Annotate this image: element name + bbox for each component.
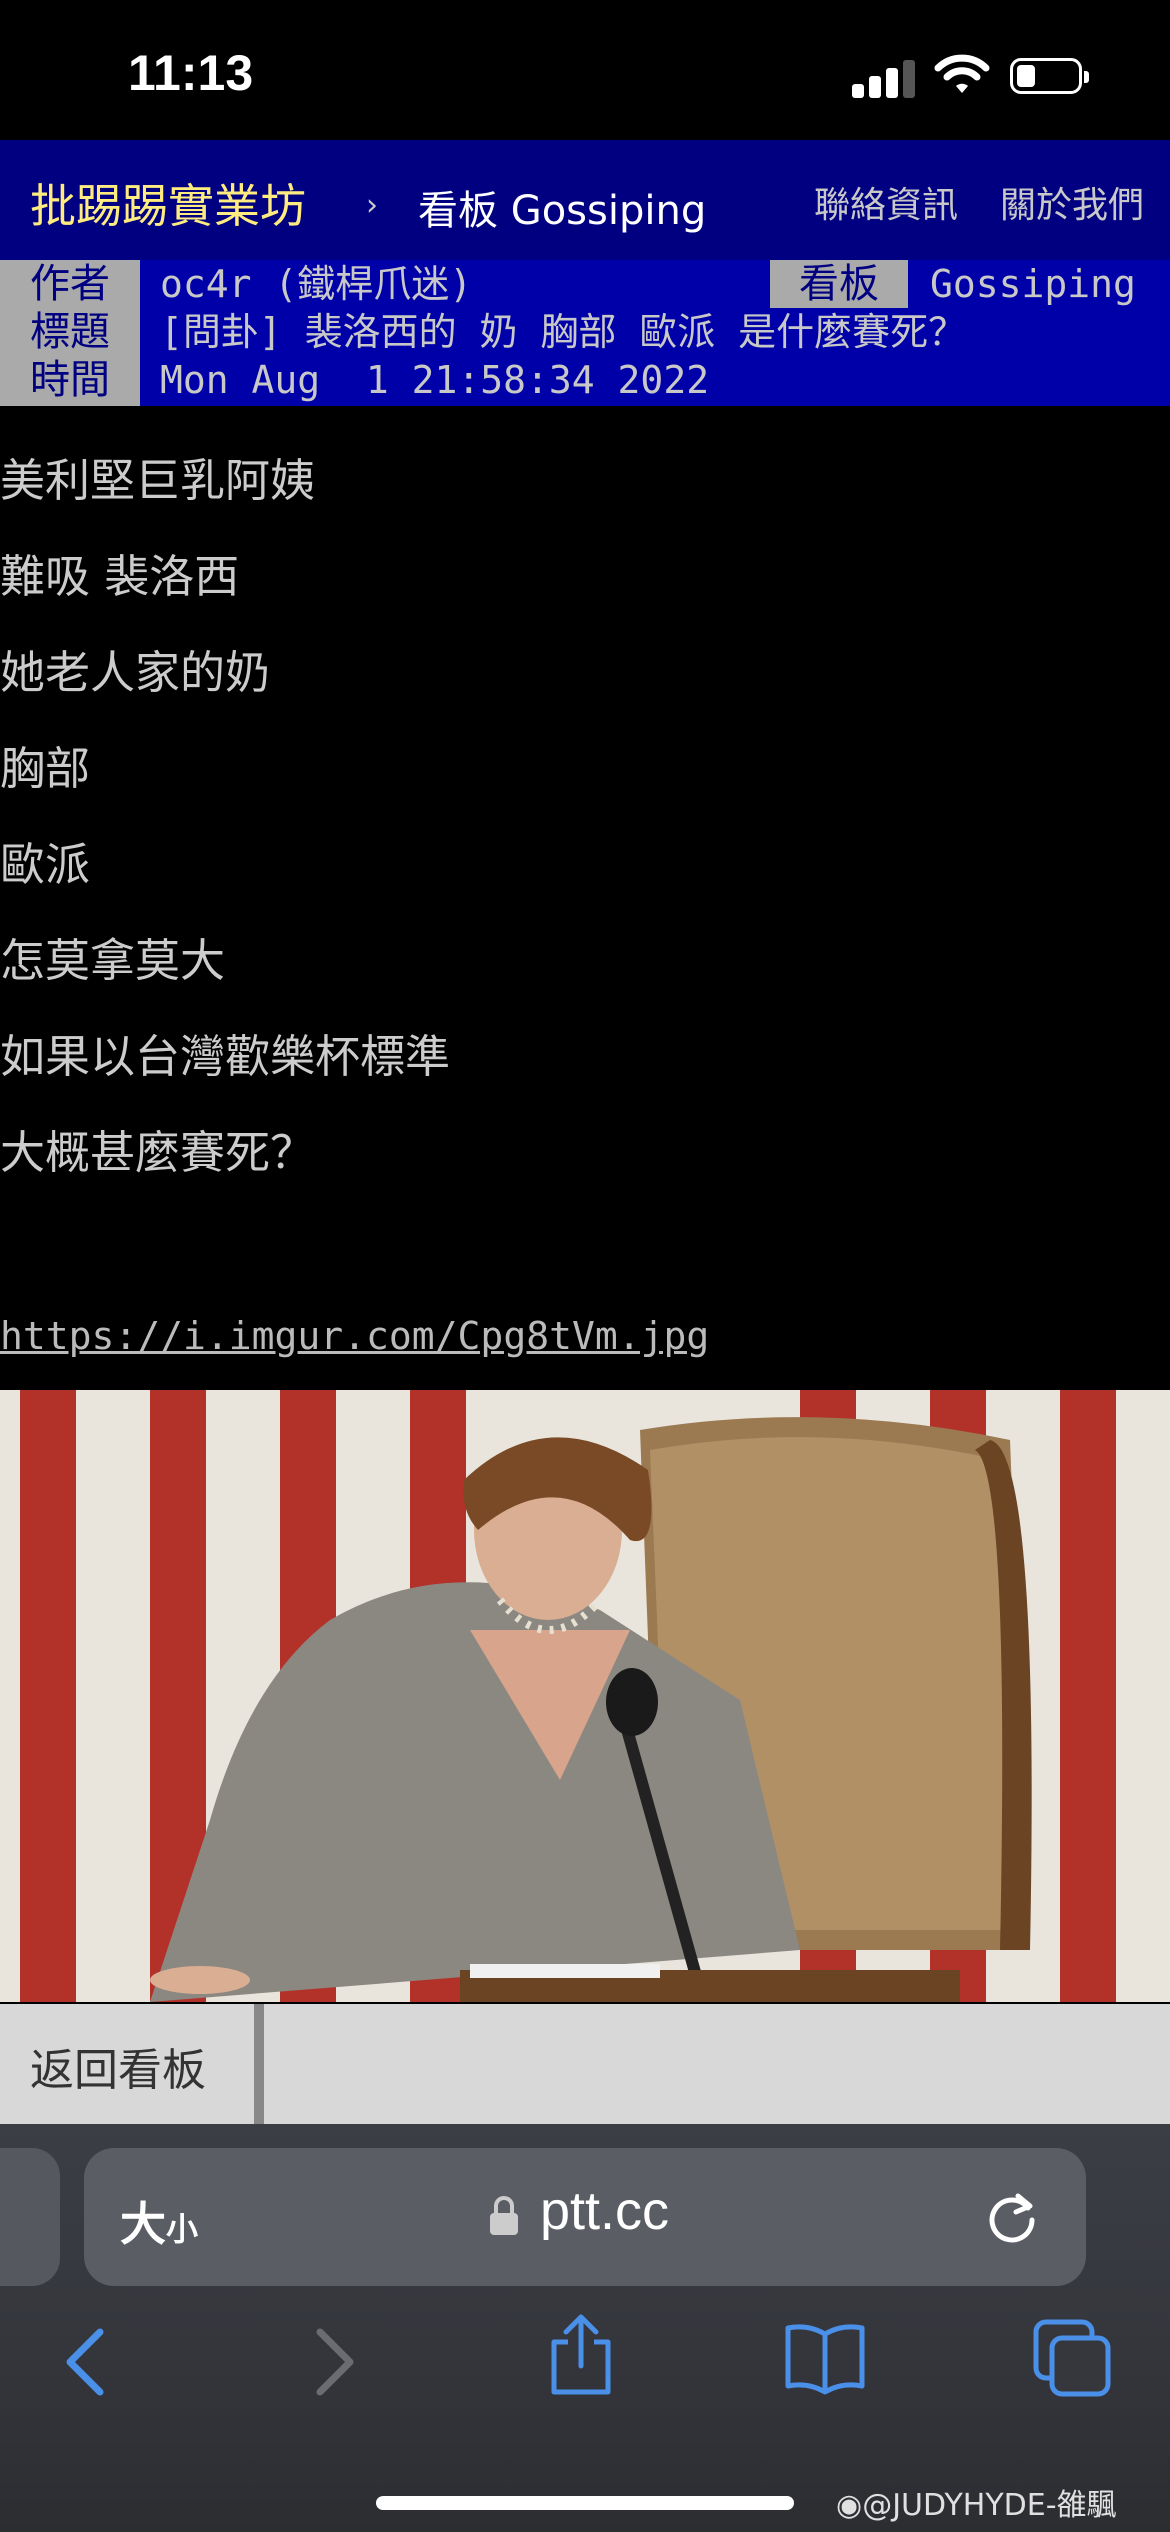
article-metadata: 作者 oc4r (鐵桿爪迷) 看板 Gossiping 標題 [問卦] 裴洛西的…	[0, 260, 1170, 406]
body-line: 她老人家的奶	[0, 646, 271, 699]
share-icon[interactable]	[546, 2312, 616, 2398]
site-logo-link[interactable]: 批踢踢實業坊	[30, 170, 306, 236]
reload-icon[interactable]	[984, 2186, 1044, 2246]
body-line: 大概甚麼賽死？	[0, 1126, 316, 1179]
forward-icon[interactable]	[306, 2324, 362, 2400]
body-line: 歐派	[0, 838, 91, 891]
contact-link[interactable]: 聯絡資訊	[814, 176, 958, 228]
site-header: 批踢踢實業坊 › 看板 Gossiping 聯絡資訊 關於我們	[0, 140, 1170, 260]
embedded-image[interactable]	[0, 1390, 1170, 2002]
time-label: 時間	[0, 356, 140, 406]
browser-chrome: 大小 ptt.cc ◉@JUDYHYDE-雒颿	[0, 2124, 1170, 2532]
cellular-signal-icon	[852, 58, 916, 98]
wifi-icon	[934, 54, 990, 93]
body-line: 如果以台灣歡樂杯標準	[0, 1030, 451, 1083]
breadcrumb-separator: ›	[366, 188, 378, 223]
author-label: 作者	[0, 260, 140, 308]
previous-tab-preview[interactable]	[0, 2148, 60, 2286]
title-value: [問卦] 裴洛西的 奶 胸部 歐派 是什麼賽死？	[160, 310, 967, 354]
body-line: 胸部	[0, 742, 91, 795]
status-time: 11:13	[128, 45, 254, 101]
text-size-small: 小	[166, 2210, 199, 2248]
lock-icon	[490, 2196, 518, 2235]
watermark: ◉@JUDYHYDE-雒颿	[836, 2480, 1117, 2524]
address-bar[interactable]: 大小 ptt.cc	[84, 2148, 1086, 2286]
weibo-icon: ◉	[836, 2488, 863, 2523]
board-value: Gossiping	[930, 262, 1136, 306]
time-value: Mon Aug 1 21:58:34 2022	[160, 358, 710, 402]
image-link[interactable]: https://i.imgur.com/Cpg8tVm.jpg	[0, 1314, 709, 1358]
tabs-icon[interactable]	[1032, 2318, 1114, 2400]
body-line: 美利堅巨乳阿姨	[0, 454, 316, 507]
text-size-button[interactable]: 大小	[120, 2188, 198, 2254]
body-line: 怎莫拿莫大	[0, 934, 226, 987]
title-label: 標題	[0, 308, 140, 356]
battery-icon	[1010, 58, 1089, 94]
url-text: ptt.cc	[540, 2181, 670, 2241]
about-link[interactable]: 關於我們	[1000, 176, 1144, 228]
back-to-board-button[interactable]: 返回看板	[0, 2004, 254, 2124]
status-bar: 11:13	[0, 0, 1170, 140]
back-icon[interactable]	[58, 2324, 114, 2400]
bookmarks-icon[interactable]	[782, 2320, 868, 2396]
body-line: 難吸 裴洛西	[0, 550, 240, 603]
divider	[254, 2004, 264, 2124]
breadcrumb-board-link[interactable]: 看板 Gossiping	[418, 178, 706, 236]
text-size-big: 大	[120, 2197, 166, 2251]
back-to-board-label: 返回看板	[30, 2045, 206, 2096]
board-label: 看板	[770, 260, 908, 308]
author-value: oc4r (鐵桿爪迷)	[160, 262, 473, 306]
back-to-board-bar: 返回看板	[0, 2004, 1170, 2124]
home-indicator[interactable]	[376, 2496, 794, 2510]
watermark-text: @JUDYHYDE-雒颿	[862, 2488, 1117, 2523]
photo-illustration	[0, 1390, 1170, 2002]
